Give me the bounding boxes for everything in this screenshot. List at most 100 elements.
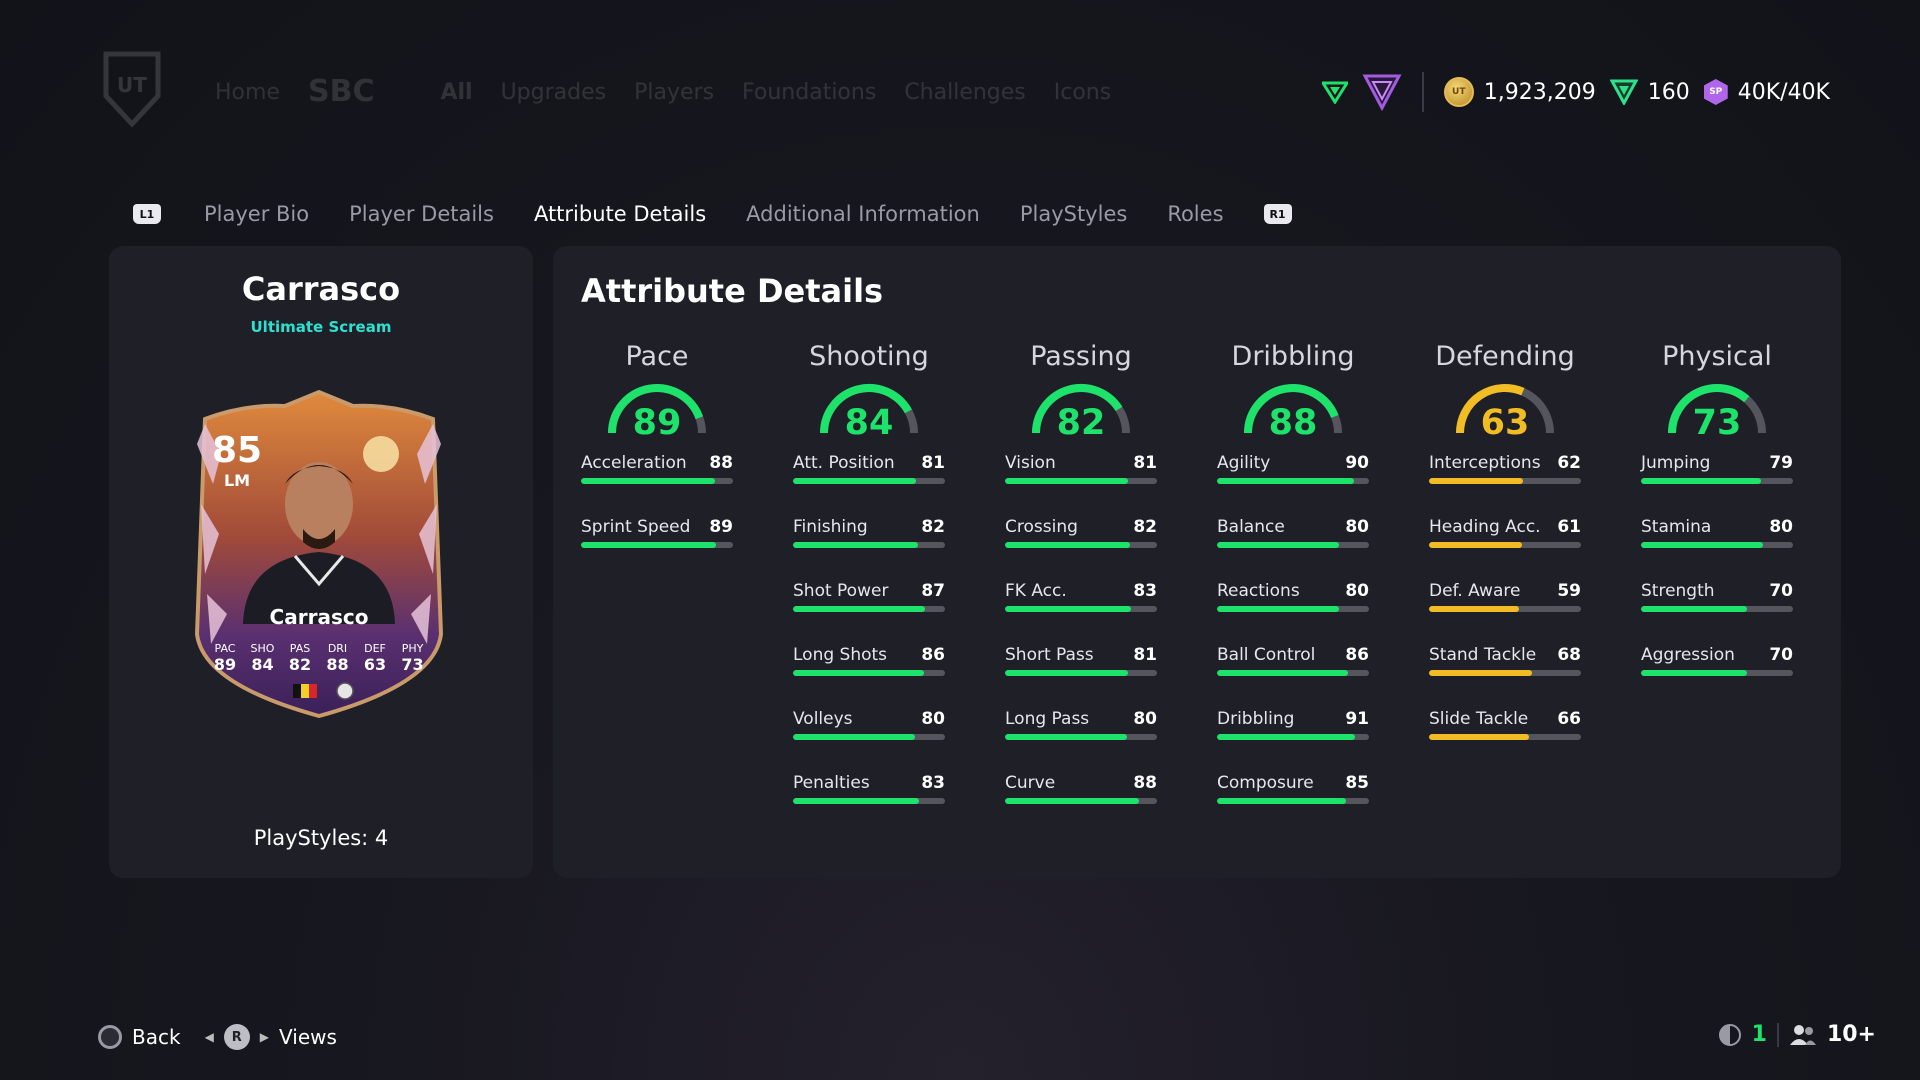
attribute-name: Ball Control xyxy=(1217,645,1316,665)
attribute-row: Sprint Speed 89 xyxy=(581,517,733,581)
card-stat-label: PAC xyxy=(215,642,236,655)
attribute-name: Short Pass xyxy=(1005,645,1094,665)
card-stat-value: 84 xyxy=(251,655,273,674)
attribute-name: Finishing xyxy=(793,517,868,537)
attribute-bar-fill xyxy=(1429,542,1522,548)
attribute-bar xyxy=(793,734,945,740)
attribute-bar-fill xyxy=(1641,606,1748,612)
attribute-bar-fill xyxy=(581,478,715,484)
views-label[interactable]: Views xyxy=(279,1025,337,1049)
attribute-value: 66 xyxy=(1557,709,1581,729)
l1-button-icon[interactable]: L1 xyxy=(133,204,161,224)
currency-bar: UT 1,923,209 160 SP 40K/40K xyxy=(1321,72,1830,112)
category-gauge: 73 xyxy=(1641,381,1793,453)
sp-value: 40K/40K xyxy=(1737,79,1830,105)
attribute-bar xyxy=(793,542,945,548)
points-balance: 160 xyxy=(1609,79,1690,105)
attribute-bar-fill xyxy=(1429,606,1519,612)
attribute-bar xyxy=(793,670,945,676)
category-title: Pace xyxy=(625,341,689,372)
tab-playstyles[interactable]: PlayStyles xyxy=(1020,202,1127,226)
attribute-name: Acceleration xyxy=(581,453,687,473)
attribute-column-defending: Defending 63 Interceptions 62 Heading Acc. 61… xyxy=(1429,341,1581,773)
top-bar: UT Home SBC All Upgrades Players Foundat… xyxy=(0,0,1920,140)
category-rating: 89 xyxy=(632,403,682,443)
attribute-bar-fill xyxy=(1217,798,1347,804)
tab-player-bio[interactable]: Player Bio xyxy=(204,202,309,226)
points-value: 160 xyxy=(1647,79,1690,105)
attribute-value: 81 xyxy=(1133,453,1157,473)
tab-attribute-details[interactable]: Attribute Details xyxy=(534,202,706,226)
attribute-bar xyxy=(1217,798,1369,804)
attribute-bar-fill xyxy=(793,670,924,676)
attribute-value: 82 xyxy=(1133,517,1157,537)
attribute-row: Shot Power 87 xyxy=(793,581,945,645)
attribute-column-pace: Pace 89 Acceleration 88 Sprint Speed 89 xyxy=(581,341,733,581)
nav-icons: Icons xyxy=(1053,80,1112,105)
attribute-bar xyxy=(1217,542,1369,548)
attribute-value: 68 xyxy=(1557,645,1581,665)
attribute-bar xyxy=(1005,734,1157,740)
attribute-bar xyxy=(581,542,733,548)
attribute-bar-fill xyxy=(1005,734,1127,740)
attribute-bar xyxy=(1429,606,1581,612)
card-stat-label: DRI xyxy=(328,642,347,655)
playstyles-count: PlayStyles: 4 xyxy=(253,826,389,850)
category-gauge: 84 xyxy=(793,381,945,453)
back-label[interactable]: Back xyxy=(132,1025,181,1049)
attribute-bar xyxy=(793,478,945,484)
left-arrow-icon: ◀ xyxy=(204,1030,214,1044)
attribute-value: 82 xyxy=(921,517,945,537)
category-rating: 82 xyxy=(1056,403,1106,443)
attribute-name: Agility xyxy=(1217,453,1271,473)
attribute-bar xyxy=(1641,542,1793,548)
tab-player-details[interactable]: Player Details xyxy=(349,202,494,226)
attribute-value: 59 xyxy=(1557,581,1581,601)
friends-icon xyxy=(1789,1024,1816,1045)
attribute-name: Dribbling xyxy=(1217,709,1295,729)
category-title: Passing xyxy=(1030,341,1132,372)
attribute-column-dribbling: Dribbling 88 Agility 90 Balance 80 Reactions 80… xyxy=(1217,341,1369,837)
attribute-row: Long Shots 86 xyxy=(793,645,945,709)
attribute-row: Agility 90 xyxy=(1217,453,1369,517)
footer-controls: Back ◀ R ▶ Views xyxy=(98,1024,337,1050)
division-icon xyxy=(1362,74,1402,111)
attribute-value: 61 xyxy=(1557,517,1581,537)
attribute-bar-fill xyxy=(1217,670,1348,676)
r1-button-icon[interactable]: R1 xyxy=(1263,204,1292,224)
attribute-bar xyxy=(1217,478,1369,484)
tab-roles[interactable]: Roles xyxy=(1167,202,1223,226)
attribute-bar xyxy=(1641,478,1793,484)
attribute-value: 80 xyxy=(1345,517,1369,537)
sp-icon: SP xyxy=(1703,79,1728,105)
attribute-name: Shot Power xyxy=(793,581,889,601)
ut-logo-icon: UT xyxy=(103,51,161,128)
circle-button-icon[interactable] xyxy=(98,1025,122,1049)
attribute-bar-fill xyxy=(1005,606,1132,612)
attribute-name: Heading Acc. xyxy=(1429,517,1541,537)
attribute-row: Def. Aware 59 xyxy=(1429,581,1581,645)
nav-upgrades: Upgrades xyxy=(500,80,607,105)
tab-additional-information[interactable]: Additional Information xyxy=(746,202,980,226)
attribute-name: Reactions xyxy=(1217,581,1300,601)
card-stat-value: 73 xyxy=(401,655,423,674)
attribute-bar xyxy=(1217,606,1369,612)
attribute-name: Volleys xyxy=(793,709,853,729)
attribute-value: 80 xyxy=(1345,581,1369,601)
player-card[interactable]: 85 LM Carrasco PAC89 SHO84 PAS82 DRI88 DEF63… xyxy=(185,384,453,724)
card-stat-label: DEF xyxy=(364,642,386,655)
attribute-value: 80 xyxy=(1769,517,1793,537)
attribute-row: Reactions 80 xyxy=(1217,581,1369,645)
status-indicators: 1 10+ xyxy=(1718,1022,1876,1047)
attribute-column-physical: Physical 73 Jumping 79 Stamina 80 Strength 70 Ag… xyxy=(1641,341,1793,709)
r-stick-icon[interactable]: R xyxy=(223,1024,250,1050)
attribute-name: Def. Aware xyxy=(1429,581,1521,601)
attribute-value: 91 xyxy=(1345,709,1369,729)
nav-all: All xyxy=(440,80,473,105)
attribute-bar-fill xyxy=(793,798,920,804)
attribute-bar-fill xyxy=(581,542,717,548)
coins-balance: UT 1,923,209 xyxy=(1443,77,1596,107)
attribute-bar xyxy=(1429,478,1581,484)
attribute-name: Stamina xyxy=(1641,517,1712,537)
attribute-bar-fill xyxy=(793,734,915,740)
